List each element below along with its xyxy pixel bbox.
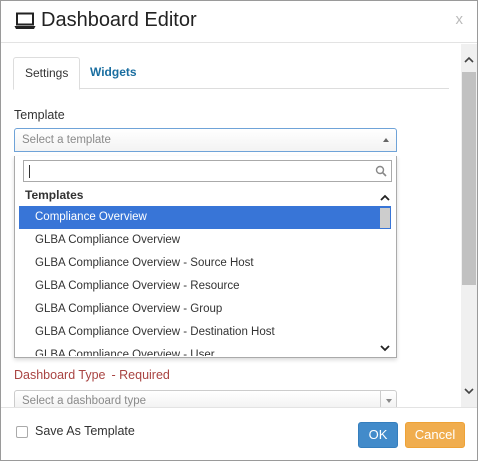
chevron-up-icon[interactable] — [379, 192, 391, 204]
close-icon[interactable]: x — [456, 11, 464, 28]
dashboard-type-label: Dashboard Type - Required — [14, 368, 170, 382]
chevron-down-icon — [380, 391, 396, 407]
option-group-label: Templates — [25, 188, 84, 202]
dialog-scroll-thumb[interactable] — [462, 72, 476, 285]
dropdown-scroll-thumb[interactable] — [380, 208, 390, 228]
cancel-button[interactable]: Cancel — [405, 422, 465, 448]
dashboard-type-select[interactable]: Select a dashboard type — [14, 390, 397, 407]
text-cursor — [29, 165, 30, 178]
dialog-scrollbar[interactable] — [461, 44, 477, 407]
list-item[interactable]: GLBA Compliance Overview - User — [19, 344, 391, 356]
dialog-title: Dashboard Editor — [41, 9, 197, 31]
template-options-list: Templates Compliance Overview GLBA Compl… — [19, 184, 391, 356]
template-select-placeholder: Select a template — [22, 134, 111, 146]
template-search-input[interactable] — [24, 161, 364, 181]
template-dropdown: Templates Compliance Overview GLBA Compl… — [14, 156, 397, 358]
list-item[interactable]: GLBA Compliance Overview — [19, 229, 391, 252]
dialog-header: Dashboard Editor x — [1, 1, 477, 43]
search-icon — [375, 165, 387, 177]
chevron-down-icon[interactable] — [463, 385, 475, 397]
tab-bar: Settings Widgets — [13, 57, 449, 90]
dashboard-type-placeholder: Select a dashboard type — [22, 395, 147, 407]
chevron-down-icon[interactable] — [379, 342, 391, 354]
tab-settings[interactable]: Settings — [13, 57, 81, 90]
list-item[interactable]: GLBA Compliance Overview - Destination H… — [19, 321, 391, 344]
ok-button[interactable]: OK — [358, 422, 398, 448]
dashboard-type-label-text: Dashboard Type — [14, 368, 106, 382]
dashboard-editor-dialog: Dashboard Editor x Settings Widgets Temp… — [0, 0, 478, 461]
list-item[interactable]: GLBA Compliance Overview - Group — [19, 298, 391, 321]
required-indicator: - Required — [111, 368, 170, 382]
list-item[interactable]: Compliance Overview — [19, 206, 391, 229]
template-search-box[interactable] — [23, 160, 392, 182]
chevron-up-icon[interactable] — [463, 54, 475, 66]
save-as-template-label: Save As Template — [35, 424, 135, 438]
laptop-icon — [14, 12, 36, 30]
save-as-template-checkbox[interactable] — [16, 426, 28, 438]
template-label: Template — [14, 108, 65, 122]
dialog-footer: Save As Template OK Cancel — [1, 407, 477, 460]
caret-up-icon — [383, 138, 389, 142]
tab-widgets[interactable]: Widgets — [79, 57, 148, 89]
template-select[interactable]: Select a template — [14, 128, 397, 152]
list-item[interactable]: GLBA Compliance Overview - Resource — [19, 275, 391, 298]
list-item[interactable]: GLBA Compliance Overview - Source Host — [19, 252, 391, 275]
dropdown-scrollbar[interactable] — [379, 192, 391, 354]
